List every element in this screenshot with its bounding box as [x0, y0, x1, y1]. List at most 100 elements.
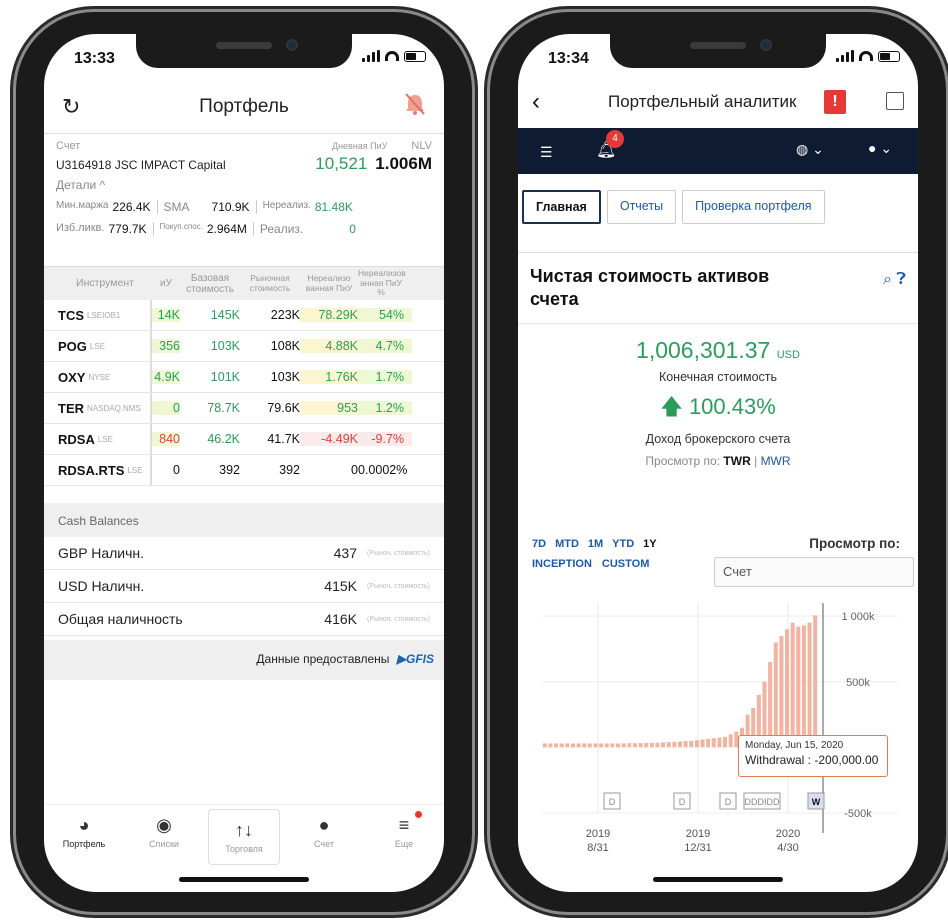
exchange: NASDAQ.NMS — [87, 403, 141, 413]
mwr-link[interactable]: MWR — [761, 454, 791, 468]
tab-label: Списки — [149, 839, 179, 849]
globe-icon[interactable]: ◍ ⌄ — [796, 141, 824, 158]
tab-label: Счет — [314, 839, 334, 849]
metric-label: Мин.маржа — [56, 200, 109, 211]
col-market[interactable]: Рыночная стоимость — [240, 274, 300, 293]
unreal-cell: 0 — [351, 463, 358, 477]
range-option[interactable]: 1Y — [643, 538, 656, 550]
tab-more[interactable]: ≡ Еще — [368, 805, 440, 864]
user-icon[interactable]: ● ⌄ — [868, 140, 892, 157]
bar — [638, 743, 643, 748]
bar — [604, 743, 609, 748]
status-time: 13:34 — [548, 50, 589, 67]
col-unreal-pct[interactable]: Нереализов анная ПиУ % — [358, 269, 412, 297]
symbol: RDSA — [58, 431, 95, 447]
tab-portfolio[interactable]: ◕ Портфель — [48, 805, 120, 864]
nav-card: Чистая стоимость активов счета ⌕ ❓︎ 1,00… — [518, 252, 918, 892]
metric-value: 0 — [349, 222, 356, 236]
range-option[interactable]: INCEPTION — [532, 558, 592, 570]
y-tick-label: 500k — [846, 677, 870, 689]
bar — [672, 741, 677, 748]
table-row[interactable]: TER NASDAQ.NMS 0 78.7K 79.6K 953 1.2% — [44, 393, 444, 424]
tab-trade[interactable]: ↑↓ Торговля — [208, 809, 280, 865]
x-tick-label: 2020 — [776, 828, 800, 840]
col-instrument[interactable]: Инструмент — [44, 267, 152, 300]
menu-icon[interactable]: ☰ — [540, 144, 553, 161]
exchange: LSEIOB1 — [87, 310, 121, 320]
view-prefix: Просмотр по: — [645, 454, 721, 468]
symbol: POG — [58, 338, 87, 354]
bar — [801, 625, 806, 748]
col-pnl[interactable]: иУ — [152, 278, 180, 289]
view-by-select[interactable]: Счет — [714, 557, 914, 587]
table-row[interactable]: RDSA LSE 840 46.2K 41.7K -4.49K -9.7% — [44, 424, 444, 455]
bar — [655, 742, 660, 748]
base-cell: 392 — [219, 463, 240, 477]
notch — [610, 34, 826, 68]
back-icon[interactable]: ‹ — [532, 88, 540, 116]
notch — [136, 34, 352, 68]
pnl-cell: 14K — [152, 308, 180, 322]
range-option[interactable]: 1M — [588, 538, 603, 550]
tab-portfolio-check[interactable]: Проверка портфеля — [682, 190, 825, 224]
table-row[interactable]: OXY NYSE 4.9K 101K 103K 1.76K 1.7% — [44, 362, 444, 393]
x-tick-label: 2019 — [586, 828, 610, 840]
event-marker-label: D — [609, 797, 616, 807]
symbol: TER — [58, 400, 84, 416]
symbol: RDSA.RTS — [58, 462, 125, 478]
twr-link[interactable]: TWR — [723, 454, 750, 468]
x-tick-label: 2019 — [686, 828, 710, 840]
exchange: LSE — [89, 341, 106, 351]
tab-watchlists[interactable]: ◉ Списки — [128, 805, 200, 864]
tab-main[interactable]: Главная — [522, 190, 601, 224]
metric-value: 81.48K — [314, 200, 353, 214]
signal-icon — [836, 50, 854, 62]
exchange: LSE — [97, 434, 113, 444]
base-cell: 145K — [210, 308, 240, 322]
range-option[interactable]: YTD — [612, 538, 634, 550]
col-unreal[interactable]: Нереализо ванная ПиУ — [300, 274, 358, 293]
bar — [582, 743, 587, 748]
cash-name: Общая наличность — [58, 611, 183, 627]
table-row[interactable]: TCS LSEIOB1 14K 145K 223K 78.29K 54% — [44, 300, 444, 331]
cash-row[interactable]: USD Наличн. 415K (Рыноч. стоимость) — [44, 570, 444, 603]
card-title: Чистая стоимость активов счета — [530, 266, 770, 309]
range-option[interactable]: 7D — [532, 538, 546, 550]
cash-row[interactable]: GBP Наличн. 437 (Рыноч. стоимость) — [44, 537, 444, 570]
range-selector: 7D MTD 1M YTD 1Y — [532, 538, 666, 550]
return-label: Доход брокерского счета — [645, 432, 791, 446]
bar — [694, 740, 699, 748]
metric-value: 710.9K — [211, 200, 250, 214]
market-cell: 79.6K — [267, 401, 300, 415]
bar — [711, 738, 716, 748]
exchange: NYSE — [88, 372, 111, 382]
tab-account[interactable]: ● Счет — [288, 805, 360, 864]
search-help-icons[interactable]: ⌕ ❓︎ — [883, 271, 906, 289]
col-base[interactable]: Базовая стоимость — [180, 273, 240, 295]
table-row[interactable]: POG LSE 356 103K 108K 4.88K 4.7% — [44, 331, 444, 362]
market-cell: 392 — [279, 463, 300, 477]
bell-icon[interactable] — [404, 92, 426, 116]
provider-name: GFIS — [405, 652, 434, 666]
status-time: 13:33 — [74, 50, 115, 67]
instrument-cell: RDSA LSE — [44, 424, 152, 454]
metric-label: Нереализ. — [262, 200, 311, 211]
cash-row[interactable]: Общая наличность 416K (Рыноч. стоимость) — [44, 603, 444, 636]
net-value-summary: 1,006,301.37 USD Конечная стоимость 🡅︎ 1… — [518, 337, 918, 468]
metric-value: 2.964M — [206, 222, 247, 236]
alert-icon[interactable]: ! — [824, 90, 846, 114]
instrument-cell: POG LSE — [44, 331, 152, 361]
range-option[interactable]: MTD — [555, 538, 579, 550]
tab-reports[interactable]: Отчеты — [606, 190, 677, 224]
table-row[interactable]: RDSA.RTS LSE 0 392 392 0 0.0002% — [44, 455, 444, 486]
account-name[interactable]: U3164918 JSC IMPACT Capital — [56, 158, 226, 172]
trade-arrows-icon: ↑↓ — [235, 820, 253, 840]
details-toggle[interactable]: Детали ^ — [56, 178, 432, 192]
range-option[interactable]: CUSTOM — [602, 558, 649, 570]
metric-label: Реализ. — [259, 222, 304, 236]
symbol: TCS — [58, 307, 84, 323]
cash-value: 416K — [324, 611, 357, 627]
share-icon[interactable] — [886, 92, 904, 110]
metric-label: Покуп.спос. — [159, 222, 203, 231]
bar — [548, 743, 553, 748]
